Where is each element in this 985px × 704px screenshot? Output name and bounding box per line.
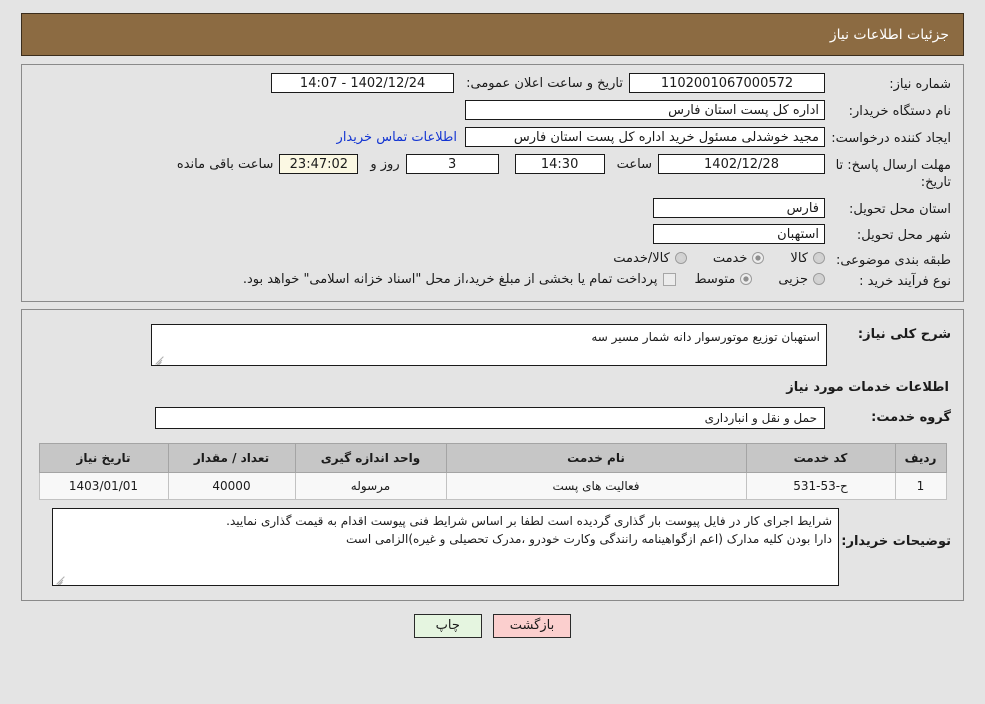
deadline-date-value: 1402/12/28	[658, 153, 825, 174]
city-label: شهر محل تحویل:	[856, 228, 951, 244]
category-option-khedmat[interactable]: خدمت	[713, 251, 765, 266]
category-radio-group: کالا خدمت کالا/خدمت	[587, 251, 825, 266]
service-group-value: حمل و نقل و انبارداری	[155, 406, 825, 429]
province-value: فارس	[653, 197, 825, 218]
services-section-title: اطلاعات خدمات مورد نیاز	[786, 379, 949, 395]
buyer-notes-textarea[interactable]: شرایط اجرای کار در فایل پیوست بار گذاری …	[52, 507, 839, 586]
category-option-label: خدمت	[712, 250, 748, 266]
radio-icon[interactable]	[674, 252, 687, 265]
buyer-notes-line-2: دارا بودن کلیه مدارک (اعم ازگواهینامه را…	[345, 531, 832, 546]
row-need-number: شماره نیاز: 1102001067000572 تاریخ و ساع…	[34, 73, 951, 94]
row-city: شهر محل تحویل: استهبان	[34, 224, 951, 245]
creator-value: مجید خوشدلی مسئول خرید اداره کل پست استا…	[465, 126, 825, 147]
page-header: جزئیات اطلاعات نیاز	[21, 13, 964, 56]
column-header-unit: واحد اندازه گیری	[294, 442, 447, 473]
process-label: نوع فرآیند خرید :	[859, 273, 951, 289]
resize-grip-icon[interactable]	[154, 352, 166, 365]
countdown-value: 23:47:02	[279, 153, 359, 174]
general-description-textarea[interactable]: استهبان توزیع موتورسوار دانه شمار مسیر س…	[151, 323, 827, 366]
column-header-quantity: تعداد / مقدار	[167, 442, 296, 473]
process-option-label: جزیی	[778, 271, 808, 287]
column-header-service-code: کد خدمت	[745, 442, 896, 473]
category-option-label: کالا/خدمت	[613, 250, 670, 266]
need-number-label: شماره نیاز:	[889, 77, 951, 92]
general-description-value: استهبان توزیع موتورسوار دانه شمار مسیر س…	[591, 329, 820, 344]
buyer-contact-link[interactable]: اطلاعات تماس خریدار	[329, 127, 465, 148]
deadline-label: مهلت ارسال پاسخ: تا تاریخ:	[835, 157, 951, 191]
process-option-jozee[interactable]: جزیی	[778, 272, 825, 287]
footer-actions: بازگشت چاپ	[0, 613, 985, 638]
cell-row-no: 1	[894, 471, 947, 500]
buyer-notes-line-1: شرایط اجرای کار در فایل پیوست بار گذاری …	[226, 513, 832, 528]
cell-service-name: فعالیت های پست	[445, 471, 747, 500]
column-header-row-no: ردیف	[894, 442, 947, 473]
buyer-notes-label: توضیحات خریدار:	[841, 533, 951, 549]
public-announce-label: تاریخ و ساعت اعلان عمومی:	[466, 76, 623, 91]
hour-label: ساعت	[616, 156, 652, 172]
buyer-org-value: اداره کل پست استان فارس	[465, 100, 825, 120]
category-label: طبقه بندی موضوعی:	[835, 252, 951, 268]
need-number-value: 1102001067000572	[629, 73, 825, 93]
row-buyer-notes: توضیحات خریدار: شرایط اجرای کار در فایل …	[34, 507, 951, 586]
row-process-type: نوع فرآیند خرید : جزیی متوسط پرداخت تمام…	[34, 272, 951, 291]
row-buyer-org: نام دستگاه خریدار: اداره کل پست استان فا…	[34, 100, 951, 121]
city-value: استهبان	[653, 224, 825, 245]
process-option-motavaset[interactable]: متوسط	[694, 271, 753, 287]
deadline-hour-value: 14:30	[514, 153, 605, 174]
page-title: جزئیات اطلاعات نیاز	[829, 26, 949, 43]
radio-icon[interactable]	[813, 273, 825, 286]
public-announce-value: 14:07 - 1402/12/24	[271, 73, 455, 93]
general-description-label: شرح کلی نیاز:	[857, 326, 951, 342]
remaining-label: ساعت باقی مانده	[176, 156, 274, 172]
radio-icon[interactable]	[813, 252, 825, 265]
back-button[interactable]: بازگشت	[492, 613, 572, 638]
category-option-kala[interactable]: کالا	[790, 251, 825, 266]
row-creator: ایجاد کننده درخواست: مجید خوشدلی مسئول خ…	[34, 126, 951, 148]
need-summary-panel: شماره نیاز: 1102001067000572 تاریخ و ساع…	[21, 64, 964, 302]
row-general-description: شرح کلی نیاز: استهبان توزیع موتورسوار دا…	[34, 323, 951, 366]
cell-unit: مرسوله	[294, 471, 447, 500]
row-deadline: مهلت ارسال پاسخ: تا تاریخ: 1402/12/28 سا…	[34, 153, 951, 192]
process-radio-group: جزیی متوسط پرداخت تمام یا بخشی از مبلغ خ…	[243, 272, 825, 287]
days-label: روز و	[370, 156, 400, 172]
category-option-label: کالا	[790, 250, 808, 266]
treasury-note: پرداخت تمام یا بخشی از مبلغ خرید،از محل …	[242, 271, 658, 287]
process-option-label: متوسط	[694, 271, 736, 287]
cell-service-code: ح-53-531	[745, 471, 896, 500]
table-header-row: ردیف کد خدمت نام خدمت واحد اندازه گیری ت…	[38, 442, 947, 473]
category-option-kala-khedmat[interactable]: کالا/خدمت	[613, 251, 687, 266]
need-details-panel: شرح کلی نیاز: استهبان توزیع موتورسوار دا…	[21, 308, 964, 601]
radio-icon[interactable]	[752, 252, 765, 265]
cell-need-date: 1403/01/01	[38, 471, 169, 500]
province-label: استان محل تحویل:	[849, 201, 951, 217]
radio-icon[interactable]	[740, 273, 753, 286]
creator-label: ایجاد کننده درخواست:	[831, 130, 951, 146]
row-category: طبقه بندی موضوعی: کالا خدمت کالا/خدمت	[34, 251, 951, 270]
cell-quantity: 40000	[167, 471, 296, 500]
treasury-checkbox-option[interactable]: پرداخت تمام یا بخشی از مبلغ خرید،از محل …	[243, 272, 677, 287]
row-service-group: گروه خدمت: حمل و نقل و انبارداری	[34, 406, 951, 429]
service-group-label: گروه خدمت:	[871, 410, 951, 426]
checkbox-icon[interactable]	[663, 272, 677, 286]
table-row: 1 ح-53-531 فعالیت های پست مرسوله 40000 1…	[38, 471, 947, 500]
row-province: استان محل تحویل: فارس	[34, 197, 951, 219]
items-table-wrapper: ردیف کد خدمت نام خدمت واحد اندازه گیری ت…	[34, 442, 951, 500]
resize-grip-icon[interactable]	[55, 572, 67, 585]
items-table: ردیف کد خدمت نام خدمت واحد اندازه گیری ت…	[38, 442, 947, 500]
column-header-service-name: نام خدمت	[445, 442, 747, 473]
column-header-need-date: تاریخ نیاز	[38, 442, 169, 473]
buyer-org-label: نام دستگاه خریدار:	[848, 104, 951, 119]
remaining-days-value: 3	[405, 153, 499, 174]
print-button[interactable]: چاپ	[413, 613, 482, 638]
